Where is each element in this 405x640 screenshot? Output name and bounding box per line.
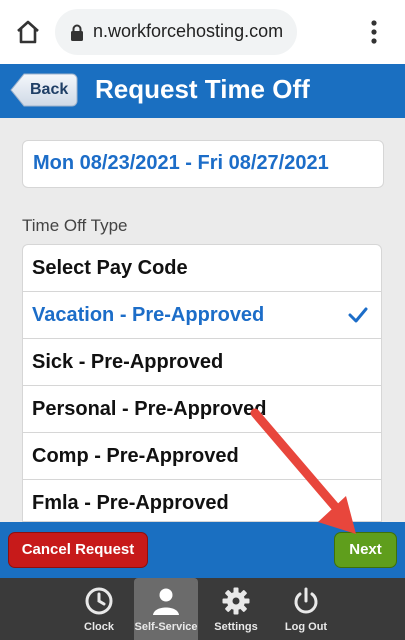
action-bar: Cancel Request Next: [0, 522, 405, 578]
list-item-label: Sick - Pre-Approved: [32, 351, 224, 373]
clock-icon: [85, 587, 113, 615]
list-item-vacation[interactable]: Vacation - Pre-Approved: [23, 292, 381, 339]
list-item-label: Personal - Pre-Approved: [32, 398, 267, 420]
tab-self-service-label: Self-Service: [134, 621, 198, 633]
tab-clock[interactable]: Clock: [67, 578, 131, 640]
tab-self-service[interactable]: Self-Service: [134, 578, 198, 640]
app-header: Back Request Time Off: [0, 64, 405, 118]
cancel-request-label: Cancel Request: [21, 541, 135, 558]
url-text: n.workforcehosting.com: [93, 21, 284, 41]
time-off-type-label: Time Off Type: [22, 216, 128, 235]
list-item-fmla[interactable]: Fmla - Pre-Approved: [23, 480, 381, 521]
list-item-select-pay-code[interactable]: Select Pay Code: [23, 245, 381, 292]
browser-toolbar: n.workforcehosting.com: [0, 0, 405, 64]
date-range-text: Mon 08/23/2021 - Fri 08/27/2021: [33, 152, 329, 174]
power-icon: [294, 587, 318, 614]
address-bar[interactable]: n.workforcehosting.com: [55, 9, 297, 55]
next-label: Next: [349, 541, 382, 558]
tab-clock-label: Clock: [84, 621, 114, 633]
bottom-tab-bar: Clock Self-Service Settings Log Out: [0, 578, 405, 640]
checkmark-icon: [348, 307, 368, 323]
time-off-type-list: Select Pay Code Vacation - Pre-Approved …: [22, 244, 382, 522]
person-icon: [153, 588, 179, 615]
next-button[interactable]: Next: [334, 532, 397, 568]
tab-log-out-label: Log Out: [284, 621, 328, 633]
back-button[interactable]: Back: [10, 73, 78, 107]
list-item-comp[interactable]: Comp - Pre-Approved: [23, 433, 381, 480]
tab-settings-label: Settings: [214, 621, 258, 633]
list-item-personal[interactable]: Personal - Pre-Approved: [23, 386, 381, 433]
cancel-request-button[interactable]: Cancel Request: [8, 532, 148, 568]
gear-icon: [222, 587, 250, 615]
page-title: Request Time Off: [95, 74, 310, 104]
date-range-field[interactable]: Mon 08/23/2021 - Fri 08/27/2021: [22, 140, 384, 188]
list-item-label: Vacation - Pre-Approved: [32, 304, 265, 326]
tab-settings[interactable]: Settings: [204, 578, 268, 640]
lock-icon: [71, 24, 83, 41]
tab-log-out[interactable]: Log Out: [274, 578, 338, 640]
back-button-label: Back: [30, 81, 69, 98]
list-item-label: Comp - Pre-Approved: [32, 445, 239, 467]
list-item-sick[interactable]: Sick - Pre-Approved: [23, 339, 381, 386]
list-item-label: Select Pay Code: [32, 257, 188, 279]
home-icon[interactable]: [14, 18, 42, 46]
list-item-label: Fmla - Pre-Approved: [32, 492, 229, 514]
kebab-menu-icon[interactable]: [364, 16, 384, 48]
